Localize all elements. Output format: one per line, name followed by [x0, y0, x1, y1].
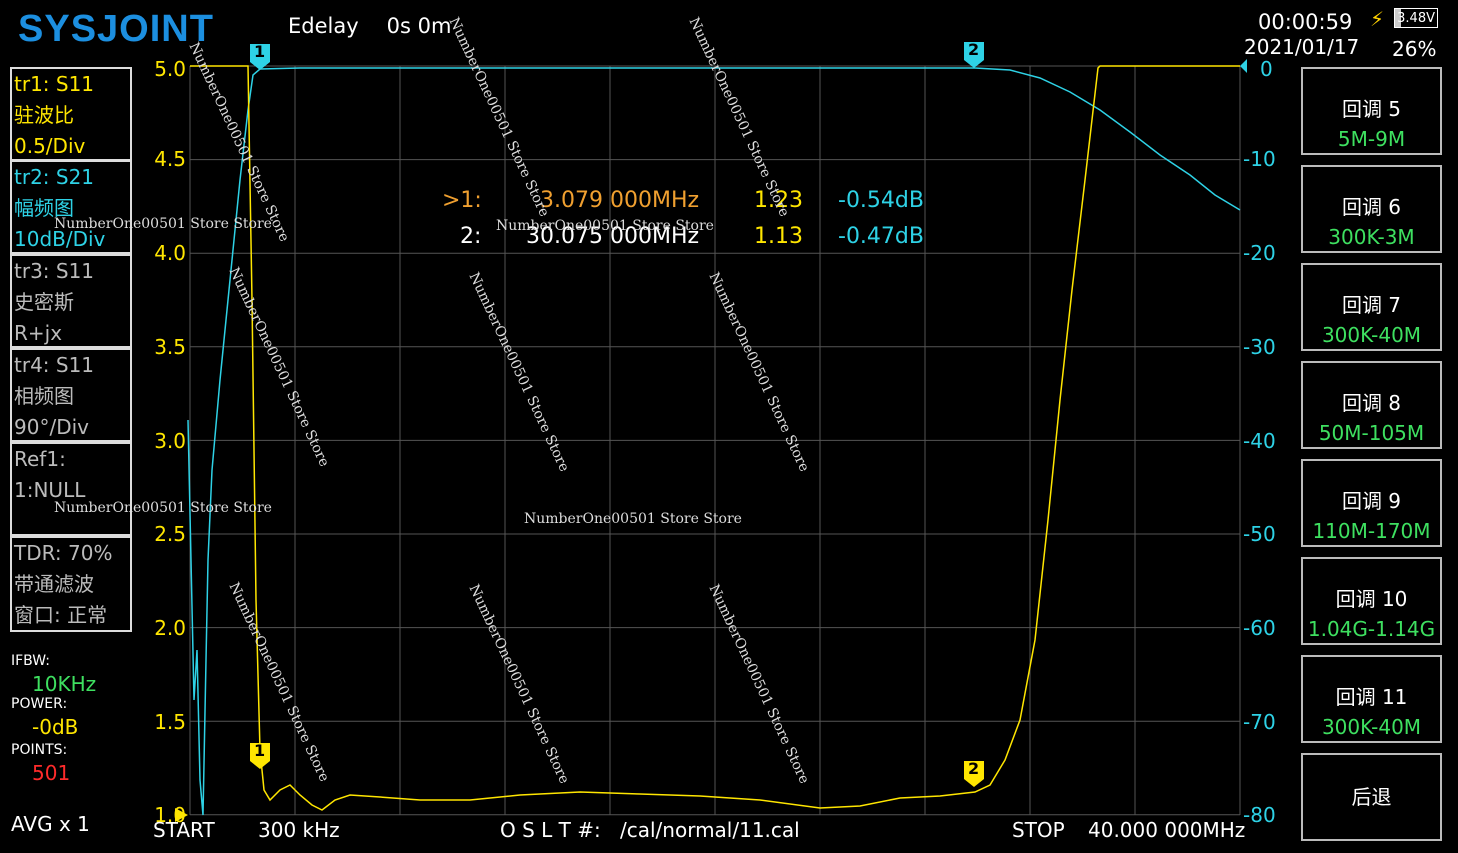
softkey-sub: 50M-105M — [1318, 421, 1425, 445]
softkey-title: 回调 8 — [1341, 391, 1402, 415]
softkey-title: 回调 11 — [1335, 685, 1408, 709]
softkey-sub: 110M-170M — [1312, 519, 1431, 543]
softkey-title: 回调 5 — [1341, 97, 1402, 121]
start-value: 300 kHz — [258, 818, 340, 842]
start-label: START — [153, 818, 215, 842]
marker-2-id: 2: — [460, 224, 482, 249]
marker-1-id: >1: — [442, 188, 482, 213]
softkey-sub: 1.04G-1.14G — [1307, 617, 1436, 641]
softkey-sub: 300K-3M — [1328, 225, 1415, 249]
stop-label: STOP — [1012, 818, 1065, 842]
softkey-recall-5[interactable]: 回调 5 5M-9M — [1301, 67, 1442, 155]
cal-label: O S L T #: — [500, 818, 601, 842]
cal-file: /cal/normal/11.cal — [620, 818, 800, 842]
plot-grid — [189, 65, 1241, 816]
softkey-sub: 5M-9M — [1337, 127, 1406, 151]
stop-value: 40.000 000MHz — [1088, 818, 1246, 842]
softkey-title: 后退 — [1351, 785, 1392, 809]
softkey-recall-8[interactable]: 回调 8 50M-105M — [1301, 361, 1442, 449]
marker-2-vswr: 1.13 — [754, 224, 803, 249]
marker-2-top-label: 2 — [968, 40, 980, 59]
watermark: NumberOne00501 Store Store — [524, 511, 742, 527]
softkey-title: 回调 6 — [1341, 195, 1402, 219]
softkey-recall-11[interactable]: 回调 11 300K-40M — [1301, 655, 1442, 743]
measurement-plot[interactable] — [0, 0, 1458, 853]
softkey-title: 回调 7 — [1341, 293, 1402, 317]
watermark: NumberOne00501 Store Store — [496, 218, 714, 234]
marker-1-freq: 3.079 000MHz — [540, 188, 700, 213]
marker-1-bottom-label: 1 — [254, 741, 266, 760]
softkey-recall-7[interactable]: 回调 7 300K-40M — [1301, 263, 1442, 351]
watermark: NumberOne00501 Store Store — [54, 216, 272, 232]
marker-1-db: -0.54dB — [838, 188, 924, 213]
softkey-sub: 300K-40M — [1321, 323, 1422, 347]
marker-2-db: -0.47dB — [838, 224, 924, 249]
softkey-recall-6[interactable]: 回调 6 300K-3M — [1301, 165, 1442, 253]
softkey-recall-10[interactable]: 回调 10 1.04G-1.14G — [1301, 557, 1442, 645]
watermark: NumberOne00501 Store Store — [54, 500, 272, 516]
softkey-recall-9[interactable]: 回调 9 110M-170M — [1301, 459, 1442, 547]
marker-1-top-label: 1 — [254, 42, 266, 61]
softkey-sub: 300K-40M — [1321, 715, 1422, 739]
s21-trace — [187, 67, 1241, 816]
softkey-back[interactable]: 后退 — [1301, 753, 1442, 841]
right-ref-arrow-icon — [1240, 59, 1247, 73]
marker-2-bottom-label: 2 — [968, 759, 980, 778]
softkey-title: 回调 10 — [1335, 587, 1408, 611]
softkey-title: 回调 9 — [1341, 489, 1402, 513]
